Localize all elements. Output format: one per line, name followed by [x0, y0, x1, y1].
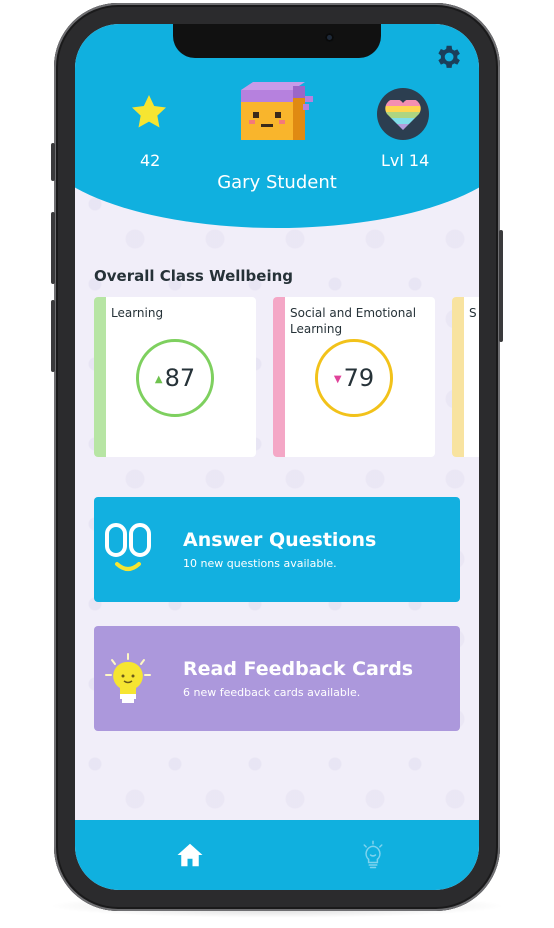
pixel-avatar[interactable] [237, 82, 317, 146]
read-feedback-subtitle: 6 new feedback cards available. [183, 686, 361, 699]
power-button [499, 230, 503, 342]
camera-icon [325, 33, 334, 42]
card-color-stripe [452, 297, 464, 457]
volume-up-button [51, 212, 55, 284]
score-value: ▼79 [318, 364, 390, 392]
trend-up-icon: ▲ [154, 373, 163, 385]
phone-notch [173, 24, 381, 58]
score-number: 87 [164, 364, 196, 392]
level-badge[interactable] [377, 88, 429, 140]
wellbeing-card-social-emotional[interactable]: Social and Emotional Learning ▼79 [273, 297, 435, 457]
rainbow-heart-icon [385, 100, 421, 130]
read-feedback-button[interactable]: Read Feedback Cards 6 new feedback cards… [94, 626, 460, 731]
score-value: ▲87 [139, 364, 211, 392]
wellbeing-card-learning[interactable]: Learning ▲87 [94, 297, 256, 457]
score-number: 79 [343, 364, 375, 392]
card-color-stripe [273, 297, 285, 457]
answer-questions-subtitle: 10 new questions available. [183, 557, 337, 570]
bottom-nav [75, 820, 479, 890]
lightbulb-icon[interactable] [358, 840, 388, 870]
star-count: 42 [140, 151, 161, 170]
card-color-stripe [94, 297, 106, 457]
trend-down-icon: ▼ [333, 373, 342, 385]
user-name: Gary Student [217, 172, 337, 193]
star-icon [132, 95, 166, 128]
home-icon[interactable] [175, 840, 205, 870]
score-ring: ▲87 [136, 339, 214, 417]
section-title: Overall Class Wellbeing [94, 267, 294, 285]
answer-questions-title: Answer Questions [183, 529, 377, 551]
card-label: Social and Emotional Learning [290, 306, 417, 336]
card-label: Learning [111, 306, 164, 320]
app-screen: 42 Lvl 14 Gary Student Overall Class Wel… [75, 24, 479, 890]
card-label: S [469, 306, 477, 320]
volume-down-button [51, 300, 55, 372]
wellbeing-card-partial[interactable]: S [452, 297, 479, 457]
question-face-icon [105, 523, 151, 571]
level-text: Lvl 14 [381, 151, 430, 170]
read-feedback-title: Read Feedback Cards [183, 658, 414, 680]
score-ring: ▼79 [315, 339, 393, 417]
gear-icon[interactable] [433, 42, 463, 72]
mute-switch [51, 143, 55, 181]
answer-questions-button[interactable]: Answer Questions 10 new questions availa… [94, 497, 460, 602]
lightbulb-icon [105, 653, 151, 703]
